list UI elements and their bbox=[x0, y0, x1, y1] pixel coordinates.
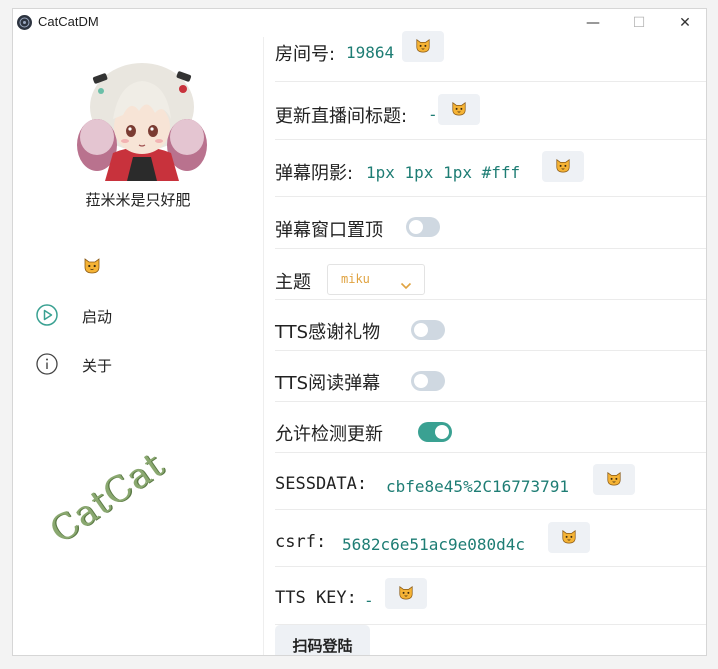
edit-sessdata-button[interactable] bbox=[593, 464, 635, 495]
sidebar: 菈米米是只好肥 启动 关于 CatCat bbox=[13, 37, 264, 655]
toggle-knob bbox=[409, 220, 423, 234]
qr-login-button[interactable]: 扫码登陆 bbox=[275, 625, 370, 655]
danmaku-shadow-value: 1px 1px 1px #fff bbox=[366, 163, 521, 182]
setting-label: 主题 bbox=[275, 272, 311, 293]
tts-key-value: - bbox=[364, 591, 374, 610]
edit-shadow-button[interactable] bbox=[542, 151, 584, 182]
setting-label: 弹幕阴影: bbox=[275, 163, 354, 184]
app-logo-icon bbox=[17, 15, 32, 30]
setting-tts-gift: TTS感谢礼物 bbox=[275, 300, 706, 351]
toggle-knob bbox=[435, 425, 449, 439]
app-window: CatCatDM — ☐ ✕ 菈米米是只好肥 启动 关于 CatCat 房间号:… bbox=[12, 8, 707, 656]
csrf-value: 5682c6e51ac9e080d4c bbox=[342, 535, 526, 554]
window-title: CatCatDM bbox=[38, 14, 99, 29]
chevron-down-icon bbox=[400, 275, 412, 294]
setting-label: TTS阅读弹幕 bbox=[275, 373, 381, 394]
settings-panel: 房间号: 19864 更新直播间标题: - 弹幕阴影: 1px 1px 1px … bbox=[275, 31, 706, 655]
sidebar-item-start[interactable]: 启动 bbox=[35, 303, 235, 329]
maximize-button[interactable]: ☐ bbox=[616, 9, 662, 37]
setting-allow-update-check: 允许检测更新 bbox=[275, 402, 706, 453]
title-bar[interactable]: CatCatDM — ☐ ✕ bbox=[13, 9, 706, 37]
cat-face-icon bbox=[607, 471, 621, 486]
tts-gift-toggle[interactable] bbox=[411, 320, 445, 340]
cat-face-icon bbox=[399, 585, 413, 600]
edit-room-id-button[interactable] bbox=[402, 31, 444, 62]
setting-label: TTS感谢礼物 bbox=[275, 322, 381, 343]
update-title-value: - bbox=[428, 105, 438, 124]
play-circle-icon bbox=[35, 303, 59, 331]
theme-select[interactable]: miku bbox=[327, 264, 425, 295]
sidebar-item-label: 关于 bbox=[82, 357, 113, 375]
edit-title-button[interactable] bbox=[438, 94, 480, 125]
theme-select-value: miku bbox=[341, 272, 370, 286]
cat-face-icon[interactable] bbox=[83, 256, 101, 278]
avatar bbox=[75, 57, 209, 181]
setting-label: 更新直播间标题: bbox=[275, 106, 408, 127]
setting-danmaku-topmost: 弹幕窗口置顶 bbox=[275, 197, 706, 249]
setting-label: SESSDATA: bbox=[275, 474, 368, 494]
sidebar-item-label: 启动 bbox=[82, 308, 113, 326]
username: 菈米米是只好肥 bbox=[85, 191, 191, 209]
sessdata-value: cbfe8e45%2C16773791 bbox=[386, 477, 570, 496]
cat-face-icon bbox=[562, 529, 576, 544]
setting-room-id: 房间号: 19864 bbox=[275, 31, 706, 82]
danmaku-topmost-toggle[interactable] bbox=[406, 217, 440, 237]
setting-label: 房间号: bbox=[275, 44, 336, 65]
setting-update-title: 更新直播间标题: - bbox=[275, 82, 706, 140]
room-id-value: 19864 bbox=[346, 43, 395, 62]
tts-read-toggle[interactable] bbox=[411, 371, 445, 391]
setting-label: 允许检测更新 bbox=[275, 424, 383, 445]
toggle-knob bbox=[414, 323, 428, 337]
edit-csrf-button[interactable] bbox=[548, 522, 590, 553]
setting-tts-read: TTS阅读弹幕 bbox=[275, 351, 706, 402]
cat-face-icon bbox=[452, 101, 466, 116]
cat-face-icon bbox=[556, 158, 570, 173]
setting-label: csrf: bbox=[275, 532, 327, 552]
setting-csrf: csrf: 5682c6e51ac9e080d4c bbox=[275, 510, 706, 567]
toggle-knob bbox=[414, 374, 428, 388]
setting-danmaku-shadow: 弹幕阴影: 1px 1px 1px #fff bbox=[275, 140, 706, 197]
close-button[interactable]: ✕ bbox=[662, 9, 706, 37]
cat-face-icon bbox=[416, 38, 430, 53]
setting-label: 弹幕窗口置顶 bbox=[275, 220, 383, 241]
setting-label: TTS KEY: bbox=[275, 588, 357, 608]
setting-sessdata: SESSDATA: cbfe8e45%2C16773791 bbox=[275, 453, 706, 510]
sidebar-item-about[interactable]: 关于 bbox=[35, 352, 235, 378]
watermark-logo: CatCat bbox=[43, 444, 172, 552]
edit-tts-key-button[interactable] bbox=[385, 578, 427, 609]
minimize-button[interactable]: — bbox=[570, 9, 616, 37]
allow-update-check-toggle[interactable] bbox=[418, 422, 452, 442]
setting-tts-key: TTS KEY: - bbox=[275, 567, 706, 625]
info-circle-icon bbox=[35, 352, 59, 380]
